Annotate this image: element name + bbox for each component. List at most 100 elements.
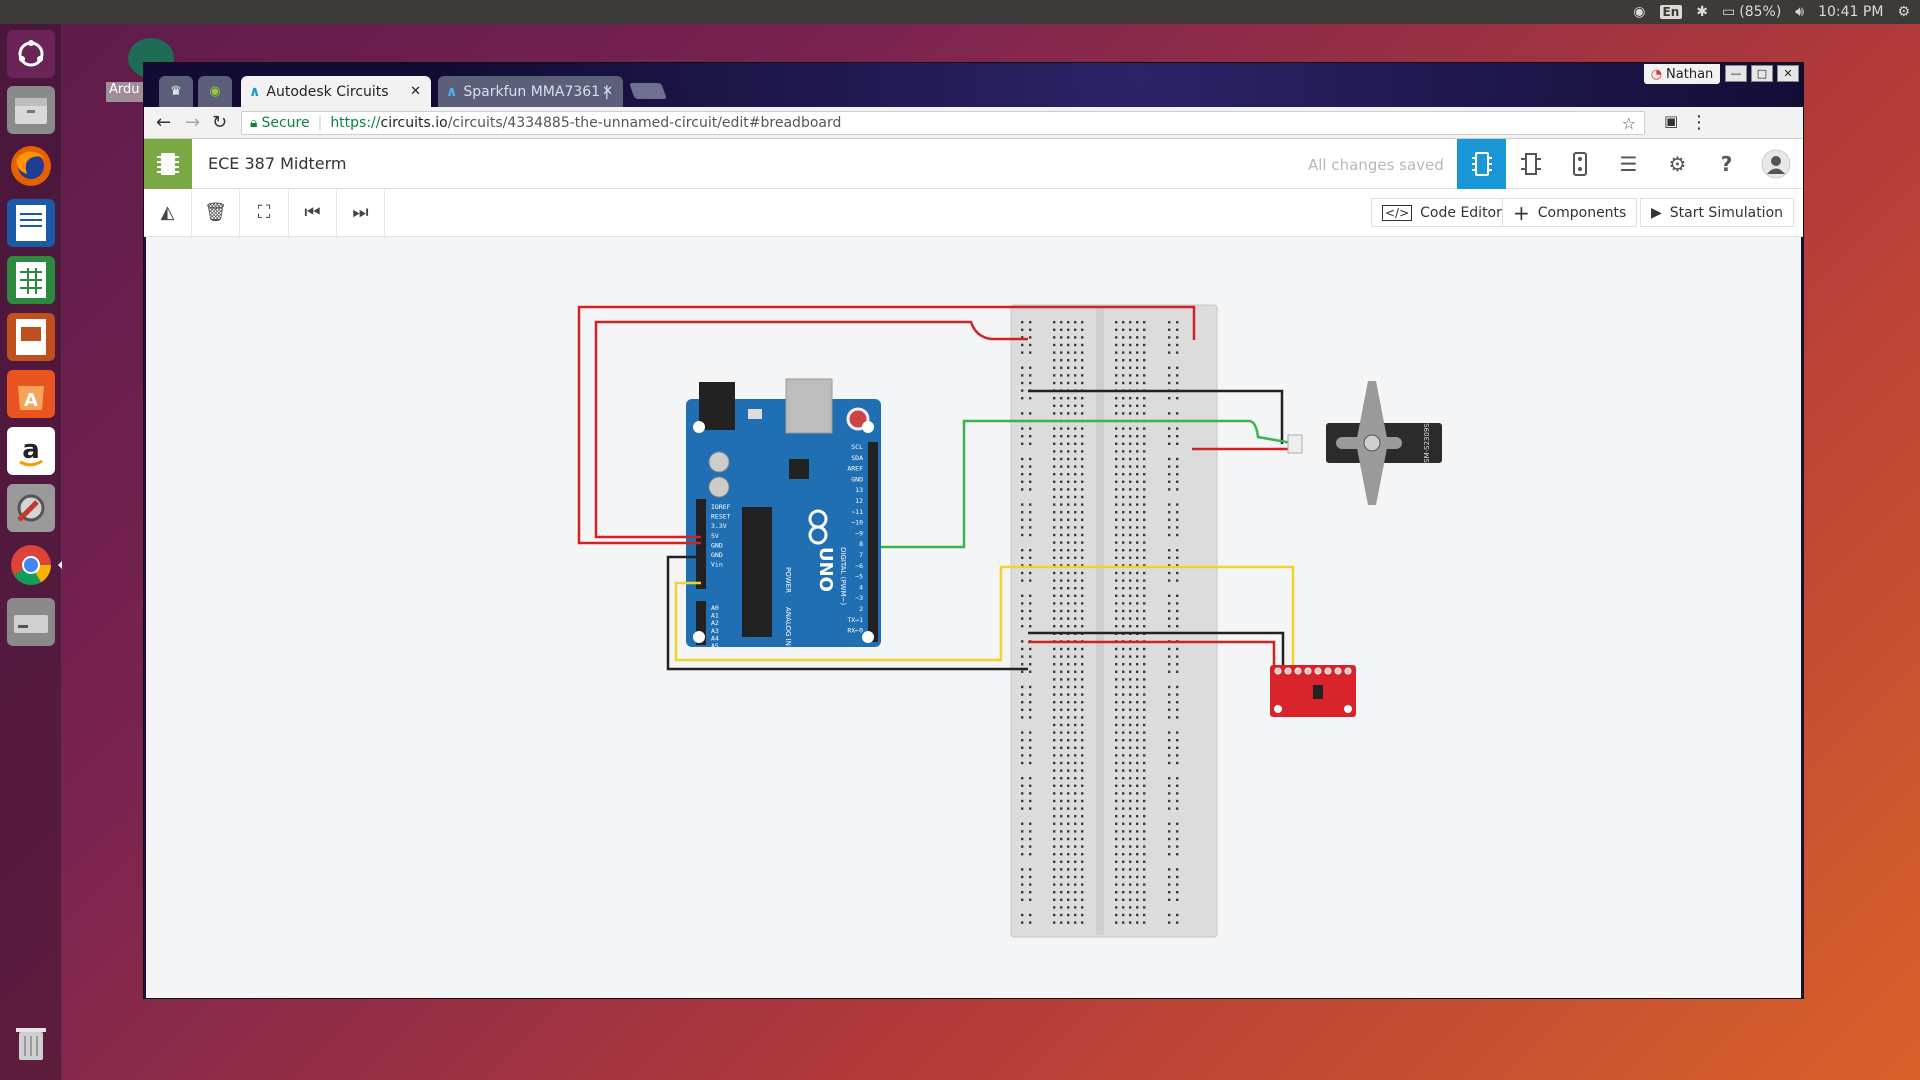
breadboard-hole[interactable] <box>1115 913 1118 917</box>
breadboard-hole[interactable] <box>1074 716 1077 719</box>
breadboard-hole[interactable] <box>1060 556 1063 559</box>
breadboard-hole[interactable] <box>1029 435 1032 438</box>
breadboard-hole[interactable] <box>1060 655 1063 658</box>
breadboard-hole[interactable] <box>1176 602 1179 605</box>
breadboard-hole[interactable] <box>1168 868 1171 871</box>
breadboard-hole[interactable] <box>1168 533 1171 537</box>
breadboard-hole[interactable] <box>1074 860 1077 863</box>
minimize-button[interactable]: — <box>1725 65 1747 82</box>
arduino-uno[interactable]: IOREFRESET3.3V5VGNDGNDVin A0A1A2A3A4A5 S… <box>686 378 881 650</box>
breadboard-hole[interactable] <box>1081 883 1084 886</box>
breadboard-hole[interactable] <box>1029 480 1032 483</box>
breadboard-hole[interactable] <box>1021 625 1024 628</box>
breadboard-hole[interactable] <box>1136 868 1139 871</box>
breadboard-hole[interactable] <box>1029 526 1032 529</box>
breadboard-hole[interactable] <box>1136 685 1139 689</box>
breadboard-hole[interactable] <box>1122 435 1125 438</box>
breadboard-hole[interactable] <box>1168 731 1171 734</box>
breadboard-hole[interactable] <box>1122 526 1125 529</box>
breadboard-hole[interactable] <box>1115 404 1118 407</box>
breadboard-hole[interactable] <box>1053 625 1056 628</box>
breadboard-hole[interactable] <box>1053 875 1056 879</box>
breadboard-hole[interactable] <box>1021 549 1024 552</box>
breadboard-hole[interactable] <box>1122 495 1125 499</box>
breadboard-hole[interactable] <box>1081 701 1084 704</box>
breadboard-hole[interactable] <box>1067 799 1070 803</box>
breadboard-hole[interactable] <box>1074 792 1077 795</box>
breadboard-hole[interactable] <box>1081 837 1084 841</box>
breadboard-hole[interactable] <box>1021 853 1024 856</box>
breadboard-hole[interactable] <box>1053 746 1056 749</box>
breadboard-hole[interactable] <box>1115 503 1118 506</box>
breadboard-hole[interactable] <box>1176 663 1179 666</box>
breadboard-hole[interactable] <box>1168 473 1171 476</box>
breadboard-hole[interactable] <box>1176 442 1179 445</box>
breadboard-hole[interactable] <box>1168 442 1171 445</box>
breadboard-hole[interactable] <box>1029 594 1032 597</box>
breadboard-hole[interactable] <box>1168 374 1171 377</box>
breadboard-hole[interactable] <box>1029 617 1032 620</box>
breadboard-hole[interactable] <box>1074 609 1077 613</box>
breadboard-hole[interactable] <box>1029 792 1032 795</box>
breadboard-hole[interactable] <box>1176 739 1179 742</box>
breadboard-hole[interactable] <box>1122 815 1125 818</box>
breadboard-hole[interactable] <box>1136 404 1139 407</box>
breadboard-hole[interactable] <box>1067 891 1070 894</box>
breadboard-hole[interactable] <box>1060 480 1063 483</box>
breadboard-hole[interactable] <box>1029 655 1032 658</box>
breadboard-hole[interactable] <box>1129 685 1132 689</box>
breadboard-hole[interactable] <box>1074 579 1077 582</box>
breadboard-hole[interactable] <box>1176 837 1179 841</box>
breadboard-hole[interactable] <box>1081 921 1084 924</box>
breadboard-hole[interactable] <box>1074 784 1077 787</box>
breadboard-hole[interactable] <box>1021 739 1024 742</box>
component-list-button[interactable]: ☰ <box>1604 139 1653 189</box>
breadboard-hole[interactable] <box>1115 860 1118 863</box>
breadboard-hole[interactable] <box>1136 321 1139 324</box>
breadboard-hole[interactable] <box>1081 435 1084 438</box>
breadboard-hole[interactable] <box>1115 830 1118 833</box>
breadboard-hole[interactable] <box>1053 883 1056 886</box>
breadboard-hole[interactable] <box>1081 685 1084 689</box>
breadboard-hole[interactable] <box>1067 731 1070 734</box>
breadboard-hole[interactable] <box>1060 579 1063 582</box>
breadboard-hole[interactable] <box>1122 511 1125 514</box>
breadboard-hole[interactable] <box>1060 366 1063 369</box>
breadboard-hole[interactable] <box>1053 723 1056 727</box>
components-button[interactable]: + Components <box>1502 198 1638 227</box>
breadboard-hole[interactable] <box>1122 799 1125 803</box>
breadboard-hole[interactable] <box>1176 754 1179 757</box>
breadboard-hole[interactable] <box>1176 807 1179 810</box>
breadboard-hole[interactable] <box>1067 777 1070 780</box>
breadboard-hole[interactable] <box>1060 913 1063 917</box>
breadboard-hole[interactable] <box>1029 807 1032 810</box>
breadboard-hole[interactable] <box>1176 853 1179 856</box>
breadboard-hole[interactable] <box>1115 701 1118 704</box>
breadboard-hole[interactable] <box>1136 777 1139 780</box>
breadboard-hole[interactable] <box>1122 321 1125 324</box>
breadboard-hole[interactable] <box>1067 457 1070 461</box>
breadboard-hole[interactable] <box>1029 784 1032 787</box>
profile-chip[interactable]: ◔ Nathan <box>1644 64 1720 84</box>
breadboard-hole[interactable] <box>1115 556 1118 559</box>
breadboard-hole[interactable] <box>1122 343 1125 347</box>
breadboard-hole[interactable] <box>1115 906 1118 909</box>
breadboard-hole[interactable] <box>1168 518 1171 521</box>
breadboard-hole[interactable] <box>1081 845 1084 848</box>
breadboard-hole[interactable] <box>1053 518 1056 521</box>
breadboard-hole[interactable] <box>1115 397 1118 400</box>
breadboard-hole[interactable] <box>1136 351 1139 354</box>
breadboard-hole[interactable] <box>1053 731 1056 734</box>
breadboard-hole[interactable] <box>1136 480 1139 483</box>
breadboard-hole[interactable] <box>1074 480 1077 483</box>
breadboard-hole[interactable] <box>1143 739 1146 742</box>
breadboard-hole[interactable] <box>1067 511 1070 514</box>
breadboard-hole[interactable] <box>1143 511 1146 514</box>
breadboard-hole[interactable] <box>1060 359 1063 362</box>
breadboard-hole[interactable] <box>1122 450 1125 453</box>
breadboard-hole[interactable] <box>1143 799 1146 803</box>
breadboard-hole[interactable] <box>1074 397 1077 400</box>
breadboard-hole[interactable] <box>1053 473 1056 476</box>
breadboard-hole[interactable] <box>1067 701 1070 704</box>
breadboard-hole[interactable] <box>1060 845 1063 848</box>
